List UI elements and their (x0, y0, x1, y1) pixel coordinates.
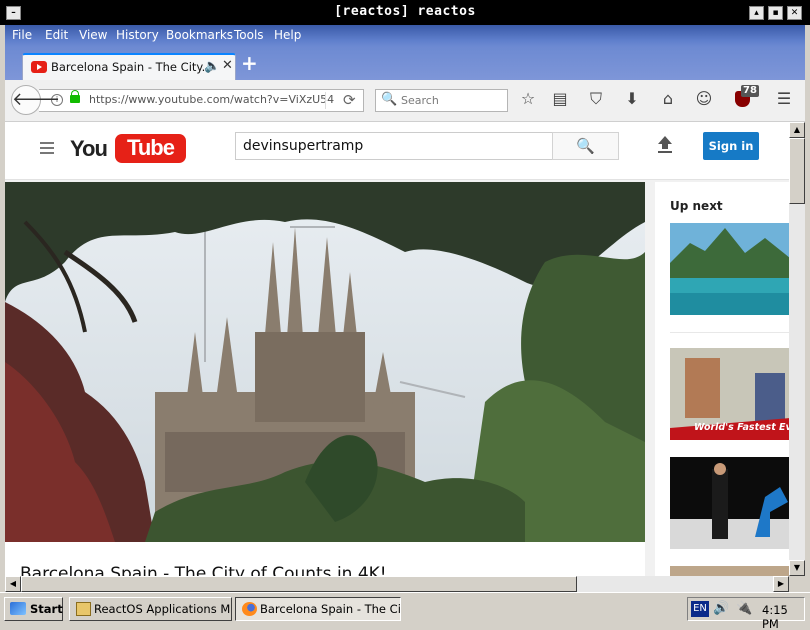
upload-icon[interactable] (657, 136, 673, 156)
tab-barcelona[interactable]: Barcelona Spain - The City... 🔈 ✕ (22, 53, 236, 80)
search-placeholder: Search (401, 94, 439, 107)
menu-bookmarks[interactable]: Bookmarks (166, 28, 233, 42)
thumbnail-caption: World's Fastest Every (694, 422, 789, 433)
vertical-scrollbar[interactable]: ▲ ▼ (789, 122, 805, 576)
menu-edit[interactable]: Edit (45, 28, 68, 42)
sign-in-button[interactable]: Sign in (703, 132, 759, 160)
taskbar-item-firefox[interactable]: Barcelona Spain - The City... (235, 597, 401, 621)
hamburger-menu-icon[interactable]: ☰ (774, 90, 794, 108)
menu-bar: File Edit View History Bookmarks Tools H… (5, 25, 805, 47)
start-button[interactable]: Start (4, 597, 63, 621)
up-next-thumbnail-2[interactable]: World's Fastest Every (670, 348, 789, 440)
taskbar-item-appmanager[interactable]: ReactOS Applications Man... (69, 597, 232, 621)
bookmark-star-icon[interactable]: ☆ (518, 90, 538, 108)
horizontal-scroll-thumb[interactable] (21, 576, 577, 592)
reading-list-icon[interactable]: ▤ (550, 90, 570, 108)
video-player[interactable] (5, 182, 645, 542)
up-next-thumbnail-3[interactable] (670, 457, 789, 549)
up-next-thumbnail-4[interactable] (670, 566, 789, 576)
youtube-search-value: devinsupertramp (243, 138, 364, 154)
home-icon[interactable]: ⌂ (658, 90, 678, 108)
close-button[interactable]: ✕ (787, 6, 802, 20)
navigation-toolbar: i https://www.youtube.com/watch?v=ViXzU5… (5, 80, 805, 122)
tab-strip: Barcelona Spain - The City... 🔈 ✕ + (5, 47, 805, 80)
divider (670, 332, 789, 333)
app-manager-icon (76, 602, 91, 616)
system-tray: EN 🔊 🔌 4:15 PM (687, 597, 805, 630)
menu-help[interactable]: Help (274, 28, 301, 42)
language-indicator[interactable]: EN (691, 601, 709, 617)
tab-close-icon[interactable]: ✕ (222, 58, 233, 73)
scroll-corner (789, 576, 805, 592)
search-icon: 🔍 (381, 92, 398, 107)
up-next-sidebar: Up next World's Fastest Every (655, 182, 789, 576)
video-title: Barcelona Spain - The City of Counts in … (20, 564, 387, 576)
ublock-badge: 78 (741, 85, 759, 97)
back-arrow-icon[interactable]: 🡐 (11, 85, 60, 115)
taskbar: Start ReactOS Applications Man... Barcel… (0, 592, 810, 630)
minimize-button[interactable]: ▴ (749, 6, 764, 20)
scroll-up-icon[interactable]: ▲ (789, 122, 805, 138)
window-titlebar: – [reactos] reactos ▴ ▪ ✕ (0, 0, 810, 25)
emoji-icon[interactable]: ☺ (694, 90, 714, 108)
youtube-search-input[interactable]: devinsupertramp (235, 132, 553, 160)
scroll-down-icon[interactable]: ▼ (789, 560, 805, 576)
maximize-button[interactable]: ▪ (768, 6, 783, 20)
up-next-heading: Up next (670, 199, 723, 213)
youtube-search-button[interactable]: 🔍 (552, 132, 619, 160)
window-title: [reactos] reactos (334, 4, 476, 19)
url-separator (325, 92, 326, 109)
url-text[interactable]: https://www.youtube.com/watch?v=ViXzU54 (89, 93, 334, 106)
speaker-icon[interactable]: 🔈 (204, 59, 220, 74)
menu-tools[interactable]: Tools (234, 28, 264, 42)
reload-icon[interactable]: ⟳ (343, 91, 356, 109)
lock-icon[interactable] (70, 90, 80, 103)
page-content: You Tube devinsupertramp 🔍 Sign in Barce… (5, 122, 789, 576)
menu-history[interactable]: History (116, 28, 159, 42)
scroll-right-icon[interactable]: ▶ (773, 576, 789, 592)
video-info: Barcelona Spain - The City of Counts in … (5, 542, 645, 576)
menu-file[interactable]: File (12, 28, 32, 42)
up-next-thumbnail-1[interactable] (670, 223, 789, 315)
vertical-scroll-thumb[interactable] (789, 138, 805, 204)
search-input[interactable]: 🔍 Search (375, 89, 508, 112)
scroll-left-icon[interactable]: ◀ (5, 576, 21, 592)
reactos-logo-icon (10, 602, 26, 615)
menu-view[interactable]: View (79, 28, 107, 42)
battery-icon[interactable]: 🔌 (736, 601, 752, 616)
video-frame-image (5, 182, 645, 542)
new-tab-button[interactable]: + (241, 53, 258, 73)
volume-icon[interactable]: 🔊 (713, 601, 729, 616)
download-icon[interactable]: ⬇ (622, 90, 642, 108)
thumbnail-image (670, 457, 789, 549)
guide-menu-icon[interactable] (40, 142, 54, 154)
search-icon: 🔍 (576, 137, 595, 155)
tab-label: Barcelona Spain - The City... (51, 60, 213, 74)
pocket-icon[interactable]: ⛉ (586, 90, 606, 108)
clock[interactable]: 4:15 PM (762, 603, 804, 630)
horizontal-scrollbar[interactable]: ◀ ▶ (5, 576, 789, 592)
thumbnail-image (670, 223, 789, 315)
url-bar[interactable]: i https://www.youtube.com/watch?v=ViXzU5… (39, 89, 364, 112)
youtube-header: You Tube devinsupertramp 🔍 Sign in (5, 122, 789, 180)
firefox-icon (242, 602, 257, 616)
youtube-favicon-icon (31, 61, 47, 73)
